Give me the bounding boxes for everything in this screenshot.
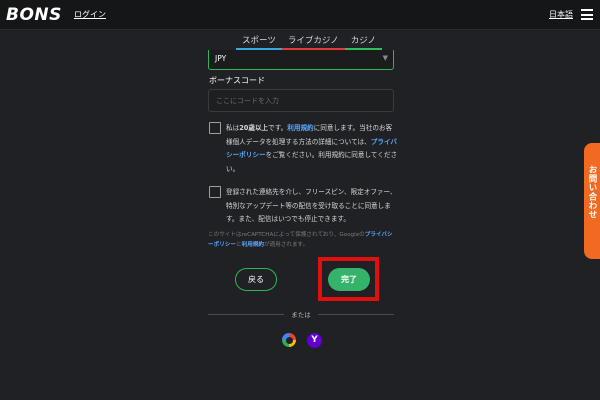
chevron-down-icon: ▼ xyxy=(382,54,388,62)
top-bar: BONS ログイン 日本語 xyxy=(0,0,600,30)
recaptcha-terms-link[interactable]: 利用規約 xyxy=(242,242,264,248)
language-selector[interactable]: 日本語 xyxy=(549,9,573,20)
currency-select[interactable]: JPY ▼ xyxy=(208,50,394,70)
hamburger-menu-icon[interactable] xyxy=(581,9,593,20)
google-login-icon[interactable] xyxy=(282,333,296,347)
done-button[interactable]: 完了 xyxy=(328,268,370,291)
contact-tab-label: お問い合わせ xyxy=(587,165,597,219)
marketing-text: 登録された連絡先を介し、フリースピン、限定オファー、特別なアップデート等の配信を… xyxy=(226,188,397,223)
terms-text: 私は20歳以上です。利用規約に同意します。当社のお客様個人データを処理する方法の… xyxy=(226,124,398,173)
bonus-code-input[interactable] xyxy=(208,89,394,112)
or-divider: または xyxy=(208,309,394,319)
tab-live-casino[interactable]: ライブカジノ xyxy=(281,36,345,50)
page: BONS ログイン 日本語 スポーツ ライブカジノ カジノ JPY ▼ ボーナス… xyxy=(0,0,600,400)
recaptcha-notice: このサイトはreCAPTCHAによって保護されており、Googleのプライバシー… xyxy=(208,232,393,248)
currency-value: JPY xyxy=(215,54,227,63)
login-link[interactable]: ログイン xyxy=(74,9,106,20)
yahoo-login-icon[interactable]: Y xyxy=(307,333,322,348)
registration-form: JPY ▼ ボーナスコード 私は20歳以上です。利用規約に同意します。当社のお客… xyxy=(0,50,600,400)
tab-casino[interactable]: カジノ xyxy=(344,36,383,50)
marketing-consent-row: 登録された連絡先を介し、フリースピン、限定オファー、特別なアップデート等の配信を… xyxy=(208,186,398,228)
marketing-checkbox[interactable] xyxy=(209,186,221,198)
brand-logo[interactable]: BONS xyxy=(6,5,62,25)
divider-line-right xyxy=(318,314,394,315)
tab-sports[interactable]: スポーツ xyxy=(236,36,282,50)
contact-tab[interactable]: お問い合わせ xyxy=(584,143,600,259)
terms-consent-row: 私は20歳以上です。利用規約に同意します。当社のお客様個人データを処理する方法の… xyxy=(208,122,398,178)
back-button[interactable]: 戻る xyxy=(235,268,277,291)
terms-checkbox[interactable] xyxy=(209,122,221,134)
terms-link[interactable]: 利用規約 xyxy=(287,124,313,132)
bonus-code-label: ボーナスコード xyxy=(209,76,265,85)
category-tabs: スポーツ ライブカジノ カジノ xyxy=(236,36,383,50)
